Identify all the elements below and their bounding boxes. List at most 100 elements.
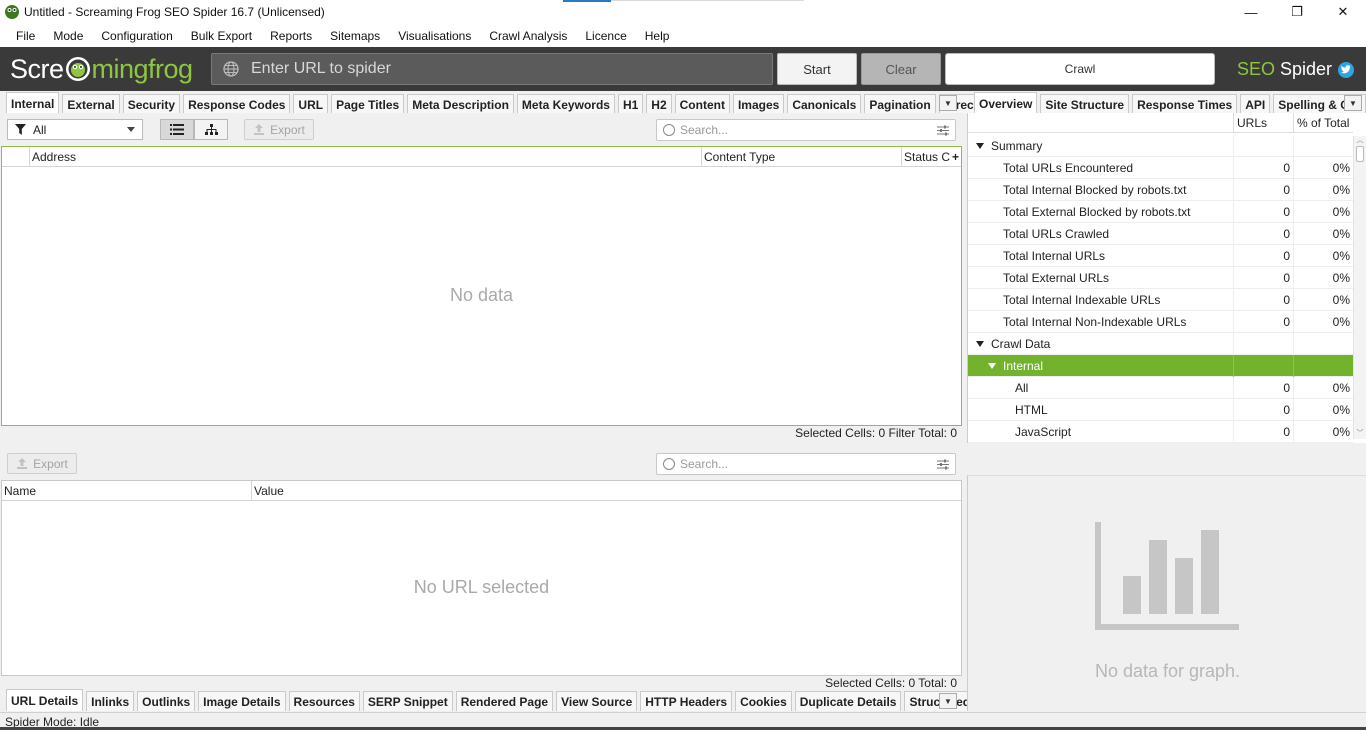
- tab-internal[interactable]: Internal: [6, 92, 60, 114]
- bottom-tab-rendered-page[interactable]: Rendered Page: [455, 691, 554, 711]
- bottom-tab-http-headers[interactable]: HTTP Headers: [640, 691, 733, 711]
- bottom-tab-url-details[interactable]: URL Details: [6, 689, 84, 711]
- main-tabs-overflow-icon[interactable]: ▼: [939, 95, 957, 111]
- overview-row[interactable]: Total Internal URLs 0 0%: [968, 245, 1353, 267]
- overview-row[interactable]: HTML 0 0%: [968, 399, 1353, 421]
- tab-external[interactable]: External: [62, 94, 120, 114]
- scroll-down-icon[interactable]: ﹀: [1356, 430, 1364, 438]
- tab-url[interactable]: URL: [293, 94, 329, 114]
- overview-row[interactable]: Total Internal Blocked by robots.txt 0 0%: [968, 179, 1353, 201]
- bottom-tab-resources[interactable]: Resources: [288, 691, 360, 711]
- tab-canonicals[interactable]: Canonicals: [787, 94, 862, 114]
- filter-settings-icon[interactable]: [937, 459, 949, 470]
- overview-row[interactable]: JavaScript 0 0%: [968, 421, 1353, 443]
- overview-row[interactable]: Total External URLs 0 0%: [968, 267, 1353, 289]
- tab-meta-keywords[interactable]: Meta Keywords: [516, 94, 615, 114]
- overview-row[interactable]: Total URLs Encountered 0 0%: [968, 157, 1353, 179]
- scroll-thumb[interactable]: [1356, 146, 1364, 162]
- tab-response-codes[interactable]: Response Codes: [183, 94, 291, 114]
- expand-triangle-icon[interactable]: [988, 363, 996, 369]
- scroll-up-icon[interactable]: ︿: [1356, 137, 1364, 145]
- list-icon: [170, 124, 184, 135]
- twitter-icon[interactable]: [1338, 61, 1354, 78]
- bottom-tab-inlinks[interactable]: Inlinks: [86, 691, 135, 711]
- tab-h1[interactable]: H1: [617, 94, 644, 114]
- bottom-tab-serp-snippet[interactable]: SERP Snippet: [362, 691, 453, 711]
- search-input[interactable]: [680, 123, 920, 137]
- menu-item-crawl-analysis[interactable]: Crawl Analysis: [480, 29, 576, 43]
- overview-scrollbar[interactable]: ︿ ﹀: [1353, 136, 1366, 439]
- overview-row-label: Total Internal Blocked by robots.txt: [1003, 179, 1186, 201]
- overview-row[interactable]: Total Internal Non-Indexable URLs 0 0%: [968, 311, 1353, 333]
- bottom-tab-image-details[interactable]: Image Details: [198, 691, 286, 711]
- overview-row-text: Summary: [991, 139, 1043, 153]
- menu-item-visualisations[interactable]: Visualisations: [389, 29, 480, 43]
- details-search-box[interactable]: [656, 453, 956, 475]
- close-button[interactable]: ✕: [1320, 0, 1366, 24]
- overview-row-urls: 0: [1233, 245, 1293, 267]
- menu-item-reports[interactable]: Reports: [261, 29, 321, 43]
- expand-triangle-icon[interactable]: [976, 143, 984, 149]
- overview-row[interactable]: Total Internal Indexable URLs 0 0%: [968, 289, 1353, 311]
- results-grid[interactable]: Address Content Type Status C + No data: [1, 146, 962, 426]
- bottom-tab-view-source[interactable]: View Source: [556, 691, 638, 711]
- tree-view-button[interactable]: [194, 119, 228, 140]
- column-status-code[interactable]: Status C +: [902, 147, 961, 167]
- bottom-tabs-overflow-icon[interactable]: ▼: [939, 693, 957, 709]
- tab-pagination[interactable]: Pagination: [864, 94, 936, 114]
- filter-settings-icon[interactable]: [937, 125, 949, 136]
- overview-row[interactable]: Summary: [968, 135, 1353, 157]
- clear-button[interactable]: Clear: [861, 53, 941, 85]
- seo-spider-brand: SEO Spider: [1237, 59, 1354, 80]
- menu-item-sitemaps[interactable]: Sitemaps: [321, 29, 389, 43]
- tab-content[interactable]: Content: [674, 94, 730, 114]
- overview-row-text: Total External URLs: [1003, 271, 1110, 285]
- title-accent-line: [611, 0, 804, 1]
- tab-h2[interactable]: H2: [646, 94, 672, 114]
- overview-row[interactable]: Total External Blocked by robots.txt 0 0%: [968, 201, 1353, 223]
- filter-dropdown[interactable]: All: [7, 119, 143, 140]
- column-name[interactable]: Name: [2, 481, 252, 501]
- column-content-type[interactable]: Content Type: [702, 147, 902, 167]
- start-button[interactable]: Start: [777, 53, 857, 85]
- url-input[interactable]: [251, 60, 751, 78]
- column-address[interactable]: Address: [30, 147, 702, 167]
- menu-item-file[interactable]: File: [0, 29, 44, 43]
- overview-row[interactable]: All 0 0%: [968, 377, 1353, 399]
- export-button[interactable]: Export: [244, 119, 314, 140]
- details-export-button[interactable]: Export: [7, 453, 77, 474]
- maximize-button[interactable]: ❐: [1274, 0, 1320, 24]
- minimize-button[interactable]: —: [1228, 0, 1274, 24]
- menu-item-configuration[interactable]: Configuration: [92, 29, 181, 43]
- add-column-icon[interactable]: +: [952, 150, 959, 164]
- tab-images[interactable]: Images: [732, 94, 785, 114]
- overview-row[interactable]: Internal: [968, 355, 1353, 377]
- search-box[interactable]: [656, 119, 956, 141]
- crawl-mode-box[interactable]: Crawl: [945, 53, 1215, 85]
- menu-item-mode[interactable]: Mode: [44, 29, 92, 43]
- url-input-box[interactable]: [211, 53, 773, 85]
- bottom-tab-outlinks[interactable]: Outlinks: [137, 691, 196, 711]
- overview-row-urls: 0: [1233, 201, 1293, 223]
- bottom-tab-cookies[interactable]: Cookies: [735, 691, 792, 711]
- expand-triangle-icon[interactable]: [976, 341, 984, 347]
- tab-security[interactable]: Security: [122, 94, 181, 114]
- menu-item-bulk-export[interactable]: Bulk Export: [182, 29, 261, 43]
- overview-row[interactable]: Total URLs Crawled 0 0%: [968, 223, 1353, 245]
- bottom-tab-duplicate-details[interactable]: Duplicate Details: [794, 691, 902, 711]
- menu-item-licence[interactable]: Licence: [576, 29, 635, 43]
- details-grid[interactable]: Name Value No URL selected: [1, 480, 962, 676]
- right-tabs-overflow-icon[interactable]: ▼: [1344, 95, 1362, 111]
- tab-page-titles[interactable]: Page Titles: [331, 94, 405, 114]
- list-view-button[interactable]: [160, 119, 194, 140]
- details-search-input[interactable]: [680, 457, 920, 471]
- right-tab-site-structure[interactable]: Site Structure: [1040, 94, 1130, 114]
- right-tab-api[interactable]: API: [1240, 94, 1271, 114]
- overview-row-percent: 0%: [1293, 223, 1353, 245]
- right-tab-response-times[interactable]: Response Times: [1132, 94, 1238, 114]
- tab-meta-description[interactable]: Meta Description: [407, 94, 514, 114]
- column-value[interactable]: Value: [252, 481, 961, 501]
- menu-item-help[interactable]: Help: [636, 29, 679, 43]
- right-tab-overview[interactable]: Overview: [974, 92, 1038, 114]
- overview-row[interactable]: Crawl Data: [968, 333, 1353, 355]
